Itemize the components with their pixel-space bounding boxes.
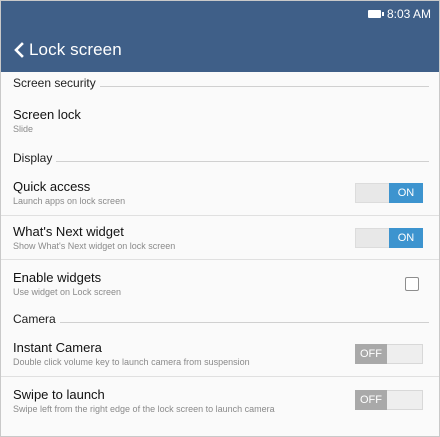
- setting-subtitle: Slide: [13, 123, 34, 134]
- setting-text: Swipe to launch Swipe left from the righ…: [13, 387, 355, 414]
- setting-title: Quick access: [13, 179, 91, 194]
- swipe-to-launch-toggle[interactable]: OFF: [355, 390, 423, 410]
- toggle-state: OFF: [355, 390, 387, 410]
- lock-screen-settings: 8:03 AM Lock screen Screen security Scre…: [0, 0, 440, 437]
- setting-screen-lock[interactable]: Screen lock Slide: [1, 94, 439, 146]
- toggle-state: ON: [389, 227, 423, 248]
- status-bar: 8:03 AM: [1, 1, 439, 28]
- enable-widgets-checkbox[interactable]: [405, 276, 419, 291]
- setting-text: Enable widgets Use widget on Lock screen: [13, 270, 405, 297]
- setting-subtitle: Launch apps on lock screen: [13, 196, 126, 206]
- quick-access-toggle[interactable]: ON: [355, 182, 423, 203]
- setting-quick-access[interactable]: Quick access Launch apps on lock screen …: [1, 170, 439, 216]
- section-title: Display: [13, 151, 57, 165]
- setting-subtitle: Double click volume key to launch camera…: [13, 357, 250, 367]
- toggle-state: ON: [389, 182, 423, 203]
- setting-subtitle: Use widget on Lock screen: [13, 287, 122, 297]
- setting-whats-next-widget[interactable]: What's Next widget Show What's Next widg…: [1, 216, 439, 260]
- setting-title: Swipe to launch: [13, 386, 105, 402]
- whats-next-toggle[interactable]: ON: [355, 227, 423, 248]
- battery-icon: [367, 10, 384, 18]
- setting-subtitle: Show What's Next widget on lock screen: [13, 241, 176, 251]
- app-bar: Lock screen: [1, 28, 439, 72]
- section-divider: [56, 160, 429, 162]
- section-screen-security: Screen security: [1, 72, 439, 94]
- setting-title: Enable widgets: [13, 270, 102, 285]
- setting-text: Instant Camera Double click volume key t…: [13, 340, 355, 367]
- section-display: Display: [1, 146, 439, 170]
- setting-enable-widgets[interactable]: Enable widgets Use widget on Lock screen: [1, 260, 439, 307]
- section-title: Screen security: [13, 76, 100, 90]
- setting-swipe-to-launch[interactable]: Swipe to launch Swipe left from the righ…: [1, 377, 439, 423]
- setting-text: What's Next widget Show What's Next widg…: [13, 224, 355, 251]
- setting-text: Screen lock Slide: [13, 107, 427, 134]
- section-title: Camera: [13, 312, 60, 326]
- settings-list: Screen security Screen lock Slide Displa…: [1, 72, 439, 423]
- chevron-left-icon[interactable]: [11, 39, 27, 61]
- setting-text: Quick access Launch apps on lock screen: [13, 179, 355, 206]
- setting-title: Screen lock: [13, 106, 81, 122]
- setting-subtitle: Swipe left from the right edge of the lo…: [13, 403, 275, 414]
- setting-title: What's Next widget: [13, 224, 124, 239]
- status-time: 8:03 AM: [386, 7, 431, 21]
- setting-title: Instant Camera: [13, 340, 102, 355]
- setting-instant-camera[interactable]: Instant Camera Double click volume key t…: [1, 331, 439, 377]
- section-divider: [59, 321, 429, 323]
- status-right: 8:03 AM: [367, 7, 431, 21]
- page-title: Lock screen: [29, 40, 122, 59]
- toggle-state: OFF: [355, 343, 387, 364]
- section-camera: Camera: [1, 307, 439, 331]
- section-divider: [99, 85, 429, 87]
- instant-camera-toggle[interactable]: OFF: [355, 343, 423, 364]
